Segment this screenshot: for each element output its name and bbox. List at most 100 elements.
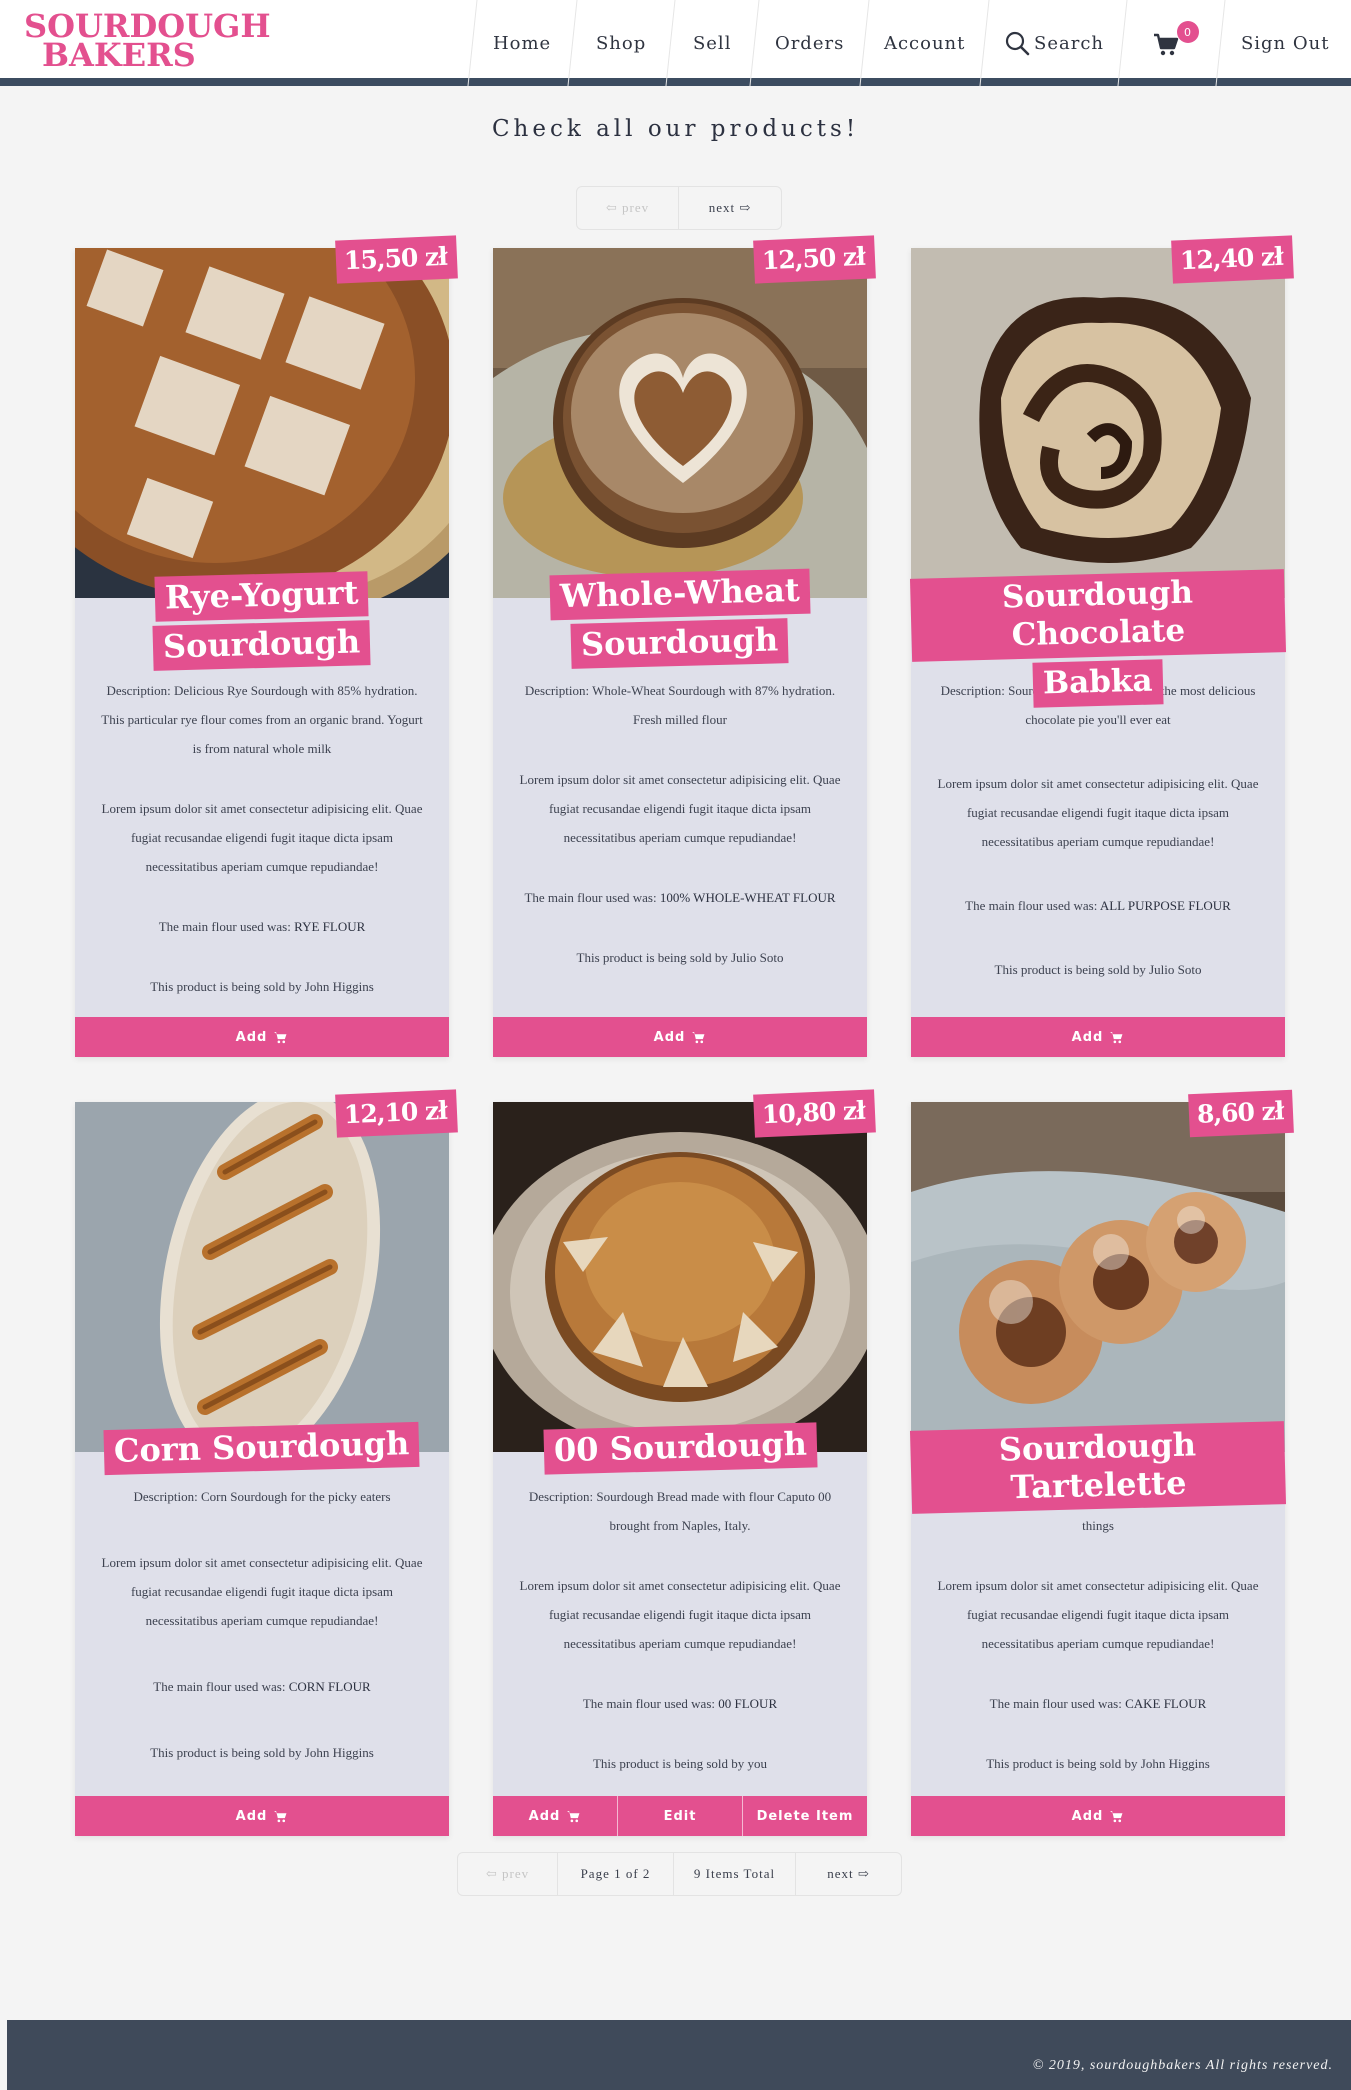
product-title-line: Whole-Wheat <box>549 568 811 621</box>
product-price: 12,10 zł <box>335 1089 458 1138</box>
flour-value: ALL PURPOSE FLOUR <box>1099 898 1231 913</box>
nav-sign-out[interactable]: Sign Out <box>1215 0 1351 86</box>
product-image <box>493 248 867 598</box>
product-seller: This product is being sold by Julio Soto <box>576 950 784 965</box>
product-flour: The main flour used was: CAKE FLOUR <box>935 1689 1261 1718</box>
product-description: Description: Whole-Wheat Sourdough with … <box>524 683 836 727</box>
card-actions: Add <box>75 1796 449 1836</box>
product-body: Description: Sourdough Bread made with f… <box>493 1482 867 1778</box>
product-image <box>75 1102 449 1452</box>
copyright-text: © 2019, sourdoughbakers All rights reser… <box>1032 2058 1333 2073</box>
product-flour: The main flour used was: CORN FLOUR <box>99 1672 425 1701</box>
card-actions: Add Edit Delete Item <box>493 1796 867 1836</box>
product-title-line: Rye-Yogurt <box>154 571 370 622</box>
nav-search[interactable]: Search <box>979 0 1127 86</box>
pager-next-button[interactable]: next ⇨ <box>679 187 781 229</box>
card-actions: Add <box>911 1017 1285 1057</box>
flour-prefix: The main flour used was: <box>524 890 660 905</box>
product-body: Description: Delicious Rye Sourdough wit… <box>75 676 449 1001</box>
product-title: Sourdough Chocolate Babka <box>909 569 1287 708</box>
product-title: Whole-Wheat Sourdough <box>493 568 867 669</box>
cart-icon <box>274 1031 287 1043</box>
add-label: Add <box>653 1029 686 1045</box>
product-seller: This product is being sold by John Higgi… <box>150 1745 374 1760</box>
pager-prev-button[interactable]: ⇦ prev <box>458 1853 558 1895</box>
search-icon <box>1005 31 1029 56</box>
product-card: 8,60 zł Sourdough Tartelette Description… <box>909 1089 1294 1836</box>
product-lorem: Lorem ipsum dolor sit amet consectetur a… <box>101 801 423 874</box>
add-label: Add <box>235 1808 268 1824</box>
nav-shop-label: Shop <box>596 32 647 54</box>
add-to-cart-button[interactable]: Add <box>493 1796 618 1836</box>
product-flour: The main flour used was: 100% WHOLE-WHEA… <box>517 883 843 912</box>
nav-home[interactable]: Home <box>467 0 577 86</box>
add-to-cart-button[interactable]: Add <box>911 1796 1285 1836</box>
add-label: Add <box>528 1808 561 1824</box>
product-card: 10,80 zł 00 Sourdough Description: Sourd… <box>493 1089 876 1836</box>
bottom-pager: ⇦ prev Page 1 of 2 9 Items Total next ⇨ <box>457 1852 902 1896</box>
site-footer: © 2019, sourdoughbakers All rights reser… <box>7 2020 1351 2090</box>
cart-icon <box>692 1031 705 1043</box>
product-body: Description: Sourdough Chocolate Babka t… <box>911 676 1285 984</box>
delete-item-button[interactable]: Delete Item <box>743 1796 867 1836</box>
nav-orders-label: Orders <box>774 32 845 54</box>
nav-sell[interactable]: Sell <box>665 0 759 86</box>
product-price: 8,60 zł <box>1187 1089 1294 1138</box>
nav-cart[interactable]: 0 <box>1117 0 1225 86</box>
page-indicator: Page 1 of 2 <box>558 1853 674 1895</box>
flour-prefix: The main flour used was: <box>965 898 1100 913</box>
product-flour: The main flour used was: 00 FLOUR <box>517 1689 843 1718</box>
add-to-cart-button[interactable]: Add <box>911 1017 1285 1057</box>
nav-home-label: Home <box>493 32 552 54</box>
cart-icon <box>1110 1810 1123 1822</box>
main-nav: Home Shop Sell Orders Account Search 0 S… <box>467 0 1351 86</box>
product-description: Description: Delicious Rye Sourdough wit… <box>101 683 423 756</box>
card-actions: Add <box>493 1017 867 1057</box>
product-price: 12,40 zł <box>1171 235 1294 284</box>
pager-next-button[interactable]: next ⇨ <box>796 1853 901 1895</box>
nav-sign-out-label: Sign Out <box>1241 32 1330 54</box>
flour-prefix: The main flour used was: <box>158 919 295 934</box>
flour-value: 100% WHOLE-WHEAT FLOUR <box>659 890 836 905</box>
product-title-line: Babka <box>1032 659 1164 708</box>
product-price: 15,50 zł <box>335 235 458 284</box>
add-to-cart-button[interactable]: Add <box>493 1017 867 1057</box>
card-actions: Add <box>75 1017 449 1057</box>
pager-prev-button[interactable]: ⇦ prev <box>577 187 679 229</box>
add-to-cart-button[interactable]: Add <box>75 1017 449 1057</box>
brand-logo[interactable]: SOURDOUGH BAKERS <box>24 10 271 74</box>
top-pager: ⇦ prev next ⇨ <box>576 186 782 230</box>
product-flour: The main flour used was: ALL PURPOSE FLO… <box>935 891 1261 920</box>
add-label: Add <box>1071 1808 1104 1824</box>
nav-shop[interactable]: Shop <box>567 0 675 86</box>
product-title-line: Corn Sourdough <box>103 1421 421 1476</box>
flour-prefix: The main flour used was: <box>153 1679 289 1694</box>
flour-value: CAKE FLOUR <box>1125 1696 1207 1711</box>
product-price: 10,80 zł <box>753 1089 876 1138</box>
flour-value: RYE FLOUR <box>294 919 366 934</box>
product-title: Rye-Yogurt Sourdough <box>75 571 449 671</box>
product-card: 12,50 zł Whole-Wheat Sourdough Descripti… <box>493 235 876 1057</box>
nav-account-label: Account <box>883 32 966 54</box>
flour-value: 00 FLOUR <box>718 1696 778 1711</box>
product-image <box>911 248 1285 598</box>
product-lorem: Lorem ipsum dolor sit amet consectetur a… <box>937 1578 1259 1651</box>
product-image <box>75 248 449 598</box>
cart-icon <box>1110 1031 1123 1043</box>
nav-account[interactable]: Account <box>859 0 989 86</box>
product-lorem: Lorem ipsum dolor sit amet consectetur a… <box>519 1578 841 1651</box>
cart-icon <box>567 1810 580 1822</box>
add-to-cart-button[interactable]: Add <box>75 1796 449 1836</box>
product-seller: This product is being sold by Julio Soto <box>994 962 1202 977</box>
product-lorem: Lorem ipsum dolor sit amet consectetur a… <box>937 776 1259 849</box>
product-seller: This product is being sold by John Higgi… <box>986 1756 1210 1771</box>
product-flour: The main flour used was: RYE FLOUR <box>99 912 425 941</box>
nav-orders[interactable]: Orders <box>749 0 869 86</box>
product-card: 12,40 zł Sourdough Chocolate Babka Descr… <box>909 235 1294 1057</box>
edit-button[interactable]: Edit <box>618 1796 743 1836</box>
product-image <box>493 1102 867 1452</box>
product-price: 12,50 zł <box>753 235 876 284</box>
flour-prefix: The main flour used was: <box>989 1696 1126 1711</box>
product-body: Description: Sourdough Tartelette filled… <box>911 1482 1285 1778</box>
product-body: Description: Whole-Wheat Sourdough with … <box>493 676 867 972</box>
